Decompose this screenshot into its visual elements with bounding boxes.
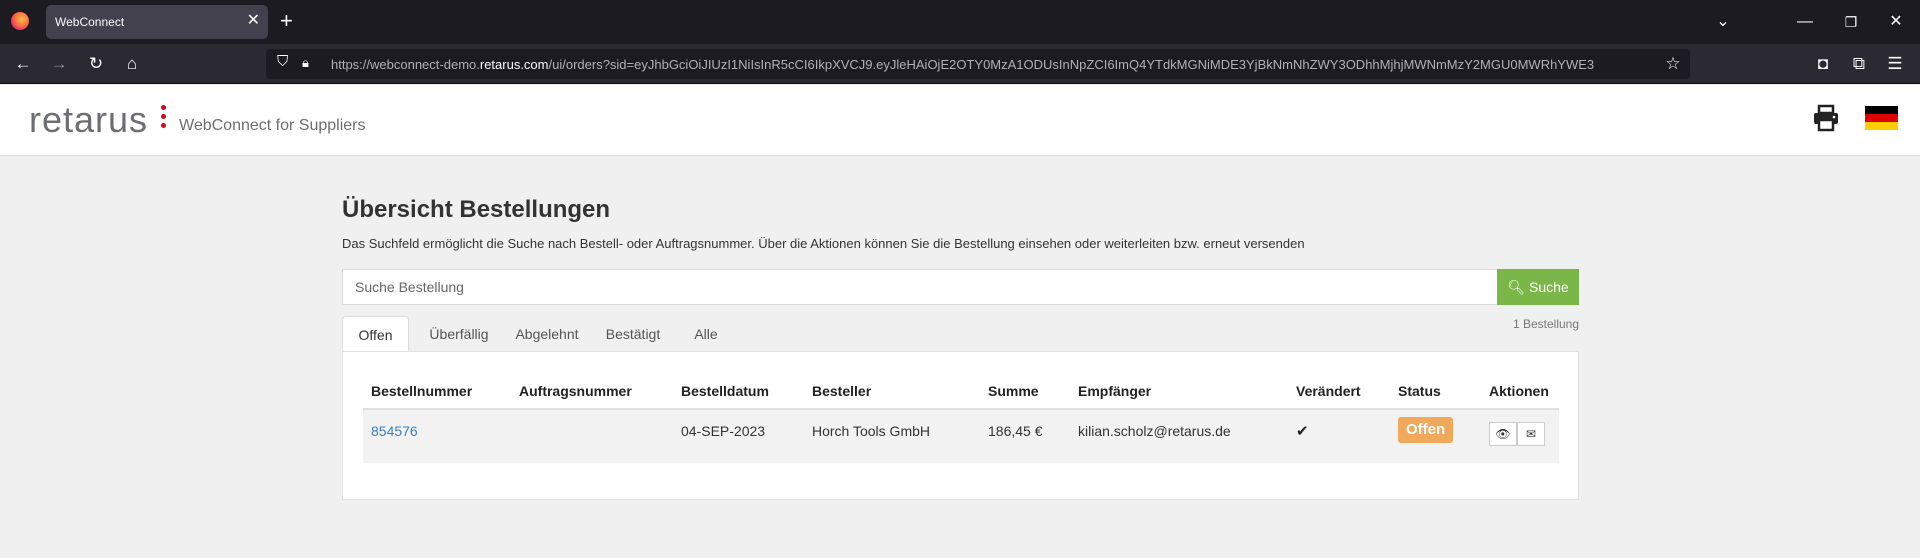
forward-icon[interactable]: →	[47, 53, 71, 77]
column-header-veraendert[interactable]: Verändert	[1296, 383, 1361, 399]
send-email-envelope-icon[interactable]: ✉︎	[1517, 422, 1545, 446]
minimize-icon[interactable]: —	[1791, 8, 1819, 36]
column-header-bestellnummer[interactable]: Bestellnummer	[371, 383, 472, 399]
search-icon: 🔍︎	[1507, 278, 1526, 295]
url-text[interactable]: https://webconnect-demo.retarus.com/ui/o…	[331, 57, 1594, 72]
column-header-bestelldatum[interactable]: Bestelldatum	[681, 383, 769, 399]
reload-icon[interactable]: ↻	[84, 53, 108, 77]
back-icon[interactable]: ←	[11, 53, 35, 77]
site-header: retarus WebConnect for Suppliers	[0, 85, 1920, 156]
menu-icon[interactable]: ☰	[1883, 53, 1907, 77]
besteller-cell: Horch Tools GmbH	[812, 423, 931, 439]
extensions-icon[interactable]: ⧉	[1847, 53, 1871, 77]
column-header-status[interactable]: Status	[1398, 383, 1441, 399]
retarus-logo: retarus	[29, 99, 149, 140]
column-header-summe[interactable]: Summe	[988, 383, 1039, 399]
tab-alle[interactable]: Alle	[680, 316, 732, 352]
printer-icon[interactable]	[1812, 104, 1840, 132]
tab-abgelehnt[interactable]: Abgelehnt	[508, 316, 586, 352]
browser-nav-bar: ← → ↻ ⌂ ⛉ 🔒︎ https://webconnect-demo.ret…	[0, 44, 1920, 84]
home-icon[interactable]: ⌂	[120, 53, 144, 77]
tab-ueberfaellig[interactable]: Überfällig	[419, 316, 499, 352]
orders-panel: Bestellnummer Auftragsnummer Bestelldatu…	[342, 351, 1579, 500]
bestelldatum-cell: 04-SEP-2023	[681, 423, 766, 439]
browser-tab-webconnect[interactable]: WebConnect ✕	[46, 5, 268, 39]
url-bar[interactable]: ⛉ 🔒︎ https://webconnect-demo.retarus.com…	[266, 49, 1690, 79]
order-number-link[interactable]: 854576	[371, 423, 418, 439]
restore-icon[interactable]: ❐	[1837, 8, 1865, 36]
order-count: 1 Bestellung	[1512, 317, 1579, 331]
firefox-logo-icon	[11, 12, 29, 30]
view-order-eye-icon[interactable]: 👁︎	[1489, 422, 1517, 446]
search-button-label: Suche	[1528, 278, 1569, 295]
column-header-empfaenger[interactable]: Empfänger	[1078, 383, 1151, 399]
new-tab-icon[interactable]: +	[280, 10, 293, 32]
checkmark-icon: ✔	[1296, 423, 1309, 440]
tab-list-chevron-icon[interactable]: ⌄	[1709, 8, 1737, 36]
lock-icon[interactable]: 🔒︎	[302, 55, 309, 71]
tab-close-icon[interactable]: ✕	[247, 12, 260, 30]
pocket-icon[interactable]: ◘	[1811, 53, 1835, 77]
window-close-icon[interactable]: ✕	[1882, 8, 1910, 36]
status-badge: Offen	[1398, 417, 1454, 443]
german-flag-icon[interactable]	[1865, 106, 1898, 130]
tab-bestaetigt[interactable]: Bestätigt	[596, 316, 670, 352]
column-header-aktionen: Aktionen	[1489, 383, 1549, 399]
tab-offen[interactable]: Offen	[342, 316, 409, 352]
summe-cell: 186,45 €	[988, 423, 1043, 439]
header-subtitle: WebConnect for Suppliers	[179, 117, 366, 134]
empfaenger-cell: kilian.scholz@retarus.de	[1078, 423, 1231, 439]
page-title: Übersicht Bestellungen	[342, 196, 611, 223]
tab-title: WebConnect	[55, 15, 125, 29]
column-header-auftragsnummer[interactable]: Auftragsnummer	[519, 383, 632, 399]
shield-icon[interactable]: ⛉	[277, 53, 288, 70]
search-button[interactable]: 🔍︎ Suche	[1497, 269, 1579, 305]
bookmark-star-icon[interactable]: ☆	[1661, 53, 1685, 77]
browser-tab-bar: WebConnect ✕ + ⌄ — ❐ ✕	[0, 0, 1920, 44]
column-header-besteller[interactable]: Besteller	[812, 383, 871, 399]
table-row: 854576 04-SEP-2023 Horch Tools GmbH 186,…	[363, 410, 1559, 463]
order-search-input[interactable]	[342, 269, 1497, 305]
logo-dots	[161, 105, 167, 131]
page-description: Das Suchfeld ermöglicht die Suche nach B…	[342, 236, 1305, 251]
